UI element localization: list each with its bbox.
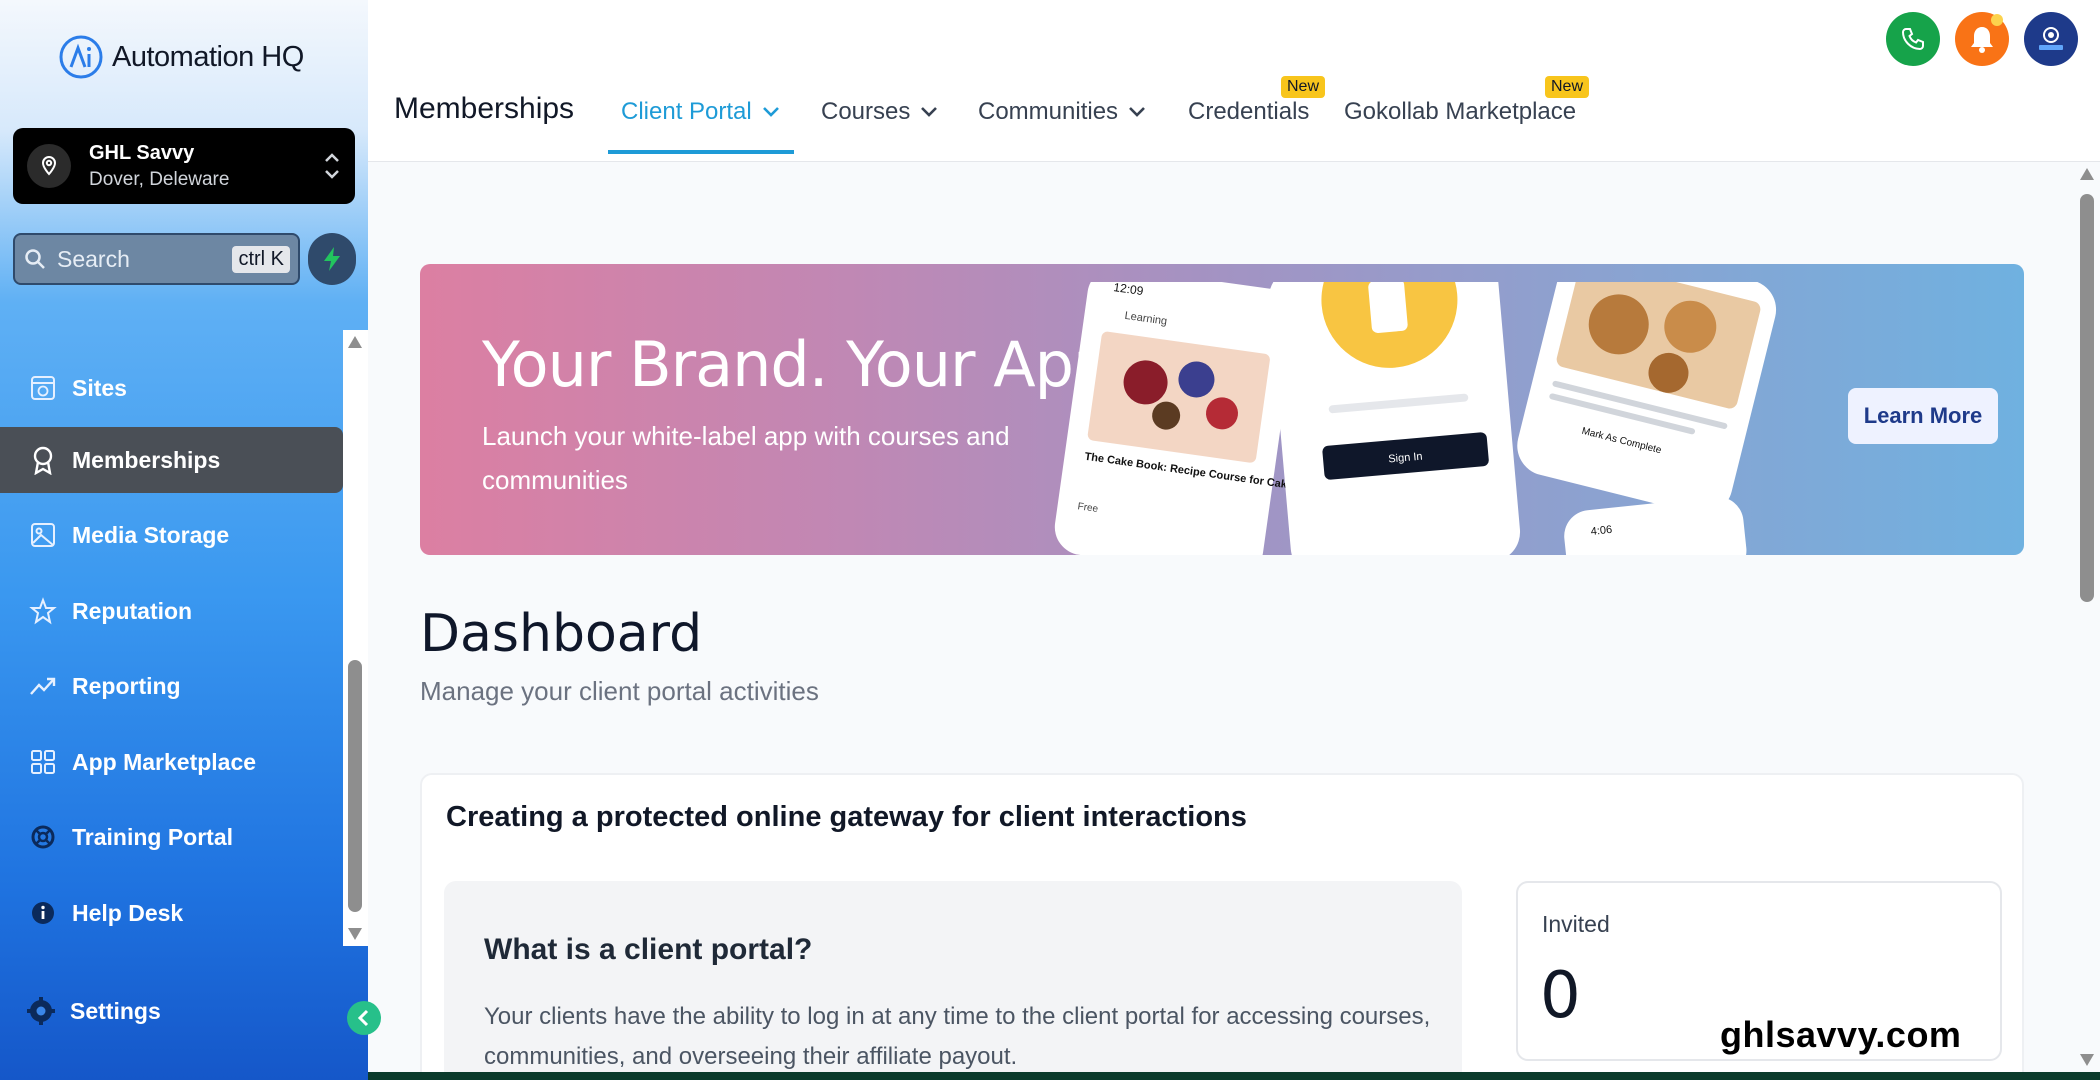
- tab-label: Courses: [821, 98, 911, 125]
- main-scroll-thumb[interactable]: [2080, 194, 2094, 602]
- gear-icon: [27, 997, 55, 1025]
- top-bar: Memberships Client Portal Courses Commun…: [368, 0, 2100, 162]
- sidebar-item-media-storage[interactable]: Media Storage: [0, 502, 343, 568]
- sidebar-item-label: Training Portal: [72, 823, 234, 850]
- sidebar-item-sites[interactable]: Sites: [0, 355, 343, 421]
- watermark-text: ghlsavvy.com: [1720, 1014, 1962, 1055]
- app-phones-illustration: 12:09 Learning The Cake Book: Recipe Cou…: [1054, 282, 1777, 555]
- sidebar-item-reporting[interactable]: Reporting: [0, 653, 343, 719]
- sidebar-item-memberships[interactable]: Memberships: [0, 427, 343, 493]
- client-portal-info: What is a client portal? Your clients ha…: [444, 881, 1462, 1080]
- search-shortcut: ctrl K: [232, 245, 290, 273]
- active-tab-indicator: [608, 150, 794, 154]
- bottom-strip: [368, 1072, 2100, 1080]
- settings-label: Settings: [70, 997, 161, 1024]
- scroll-up-arrow-icon[interactable]: [2080, 168, 2094, 180]
- page-title: Memberships: [394, 92, 575, 125]
- sidebar-item-training-portal[interactable]: Training Portal: [0, 804, 343, 870]
- scroll-down-arrow-icon[interactable]: [2080, 1054, 2094, 1066]
- grid-icon: [28, 747, 58, 777]
- tab-gokollab-marketplace[interactable]: Gokollab Marketplace: [1344, 98, 1576, 126]
- dashboard-title: Dashboard: [420, 604, 703, 664]
- lifebuoy-icon: [28, 822, 58, 852]
- chevron-down-icon: [921, 107, 938, 117]
- tab-communities[interactable]: Communities: [978, 98, 1146, 126]
- trending-up-icon: [28, 671, 58, 701]
- scroll-down-arrow-icon[interactable]: [348, 928, 362, 940]
- star-icon: [28, 596, 58, 626]
- sidebar-item-label: Reputation: [72, 597, 193, 624]
- sidebar-item-reputation[interactable]: Reputation: [0, 578, 343, 644]
- sites-icon: [28, 373, 58, 403]
- mock-time: 4:06: [1590, 524, 1613, 538]
- tab-label: Communities: [978, 98, 1119, 125]
- stat-value: 0: [1540, 959, 1581, 1033]
- chevron-down-icon: [1129, 107, 1145, 117]
- sidebar-item-label: Memberships: [72, 446, 221, 473]
- stat-label: Invited: [1542, 911, 1610, 937]
- award-icon: [28, 445, 58, 475]
- bell-icon: [1971, 27, 1993, 53]
- card-title: Creating a protected online gateway for …: [446, 801, 1247, 833]
- search-input[interactable]: Search ctrl K: [13, 233, 300, 285]
- lightning-bolt-icon: [324, 247, 340, 271]
- tab-credentials[interactable]: Credentials: [1188, 98, 1309, 126]
- sidebar-item-help-desk[interactable]: Help Desk: [0, 880, 343, 946]
- tab-label: Credentials: [1188, 98, 1310, 125]
- location-switcher[interactable]: GHL Savvy Dover, Deleware: [13, 128, 355, 204]
- search-placeholder: Search: [57, 245, 130, 272]
- tab-client-portal[interactable]: Client Portal: [621, 98, 780, 126]
- location-pin-icon: [27, 144, 71, 188]
- banner-subtitle: Launch your white-label app with courses…: [482, 421, 1010, 495]
- sidebar-item-app-marketplace[interactable]: App Marketplace: [0, 729, 343, 795]
- chevron-left-icon: [357, 1009, 369, 1027]
- chevron-down-icon: [762, 107, 779, 117]
- sidebar-item-settings[interactable]: Settings: [26, 996, 161, 1026]
- sidebar-item-label: Reporting: [72, 672, 181, 699]
- new-badge: New: [1545, 76, 1590, 98]
- phone-icon: [1901, 28, 1924, 51]
- sidebar: Automation HQ GHL Savvy Dover, Deleware …: [0, 0, 381, 1080]
- phone-button[interactable]: [1886, 12, 1940, 66]
- new-badge: New: [1281, 76, 1326, 98]
- collapse-sidebar-button[interactable]: [347, 1001, 381, 1035]
- quick-actions-button[interactable]: [308, 233, 356, 285]
- dashboard-subtitle: Manage your client portal activities: [420, 676, 819, 706]
- notifications-button[interactable]: [1955, 12, 2009, 66]
- sidebar-item-label: Media Storage: [72, 521, 230, 548]
- image-icon: [28, 520, 58, 550]
- info-title: What is a client portal?: [484, 933, 813, 966]
- chevron-up-down-icon: [323, 150, 341, 182]
- search-icon: [25, 249, 45, 269]
- automation-hq-logo-icon: [59, 35, 103, 79]
- user-avatar[interactable]: [2024, 12, 2078, 66]
- scroll-up-arrow-icon[interactable]: [348, 336, 362, 348]
- sidebar-scroll-thumb[interactable]: [348, 660, 362, 912]
- location-address: Dover, Deleware: [89, 168, 230, 190]
- tab-courses[interactable]: Courses: [821, 98, 938, 126]
- promo-banner: Your Brand. Your App. Launch your white-…: [420, 264, 2024, 555]
- location-name: GHL Savvy: [89, 141, 195, 164]
- tab-label: Gokollab Marketplace: [1344, 98, 1577, 125]
- notification-dot: [1991, 14, 2003, 26]
- info-icon: [28, 898, 58, 928]
- ghl-savvy-logo-icon: [2039, 27, 2063, 50]
- learn-more-button[interactable]: Learn More: [1848, 388, 1998, 444]
- tab-label: Client Portal: [621, 98, 752, 125]
- app-logo[interactable]: Automation HQ: [58, 34, 304, 80]
- sidebar-item-label: Help Desk: [72, 899, 184, 926]
- app-name: Automation HQ: [112, 40, 304, 73]
- sidebar-item-label: App Marketplace: [72, 748, 257, 775]
- info-body: Your clients have the ability to log in …: [484, 1003, 1431, 1070]
- sidebar-item-label: Sites: [72, 374, 127, 401]
